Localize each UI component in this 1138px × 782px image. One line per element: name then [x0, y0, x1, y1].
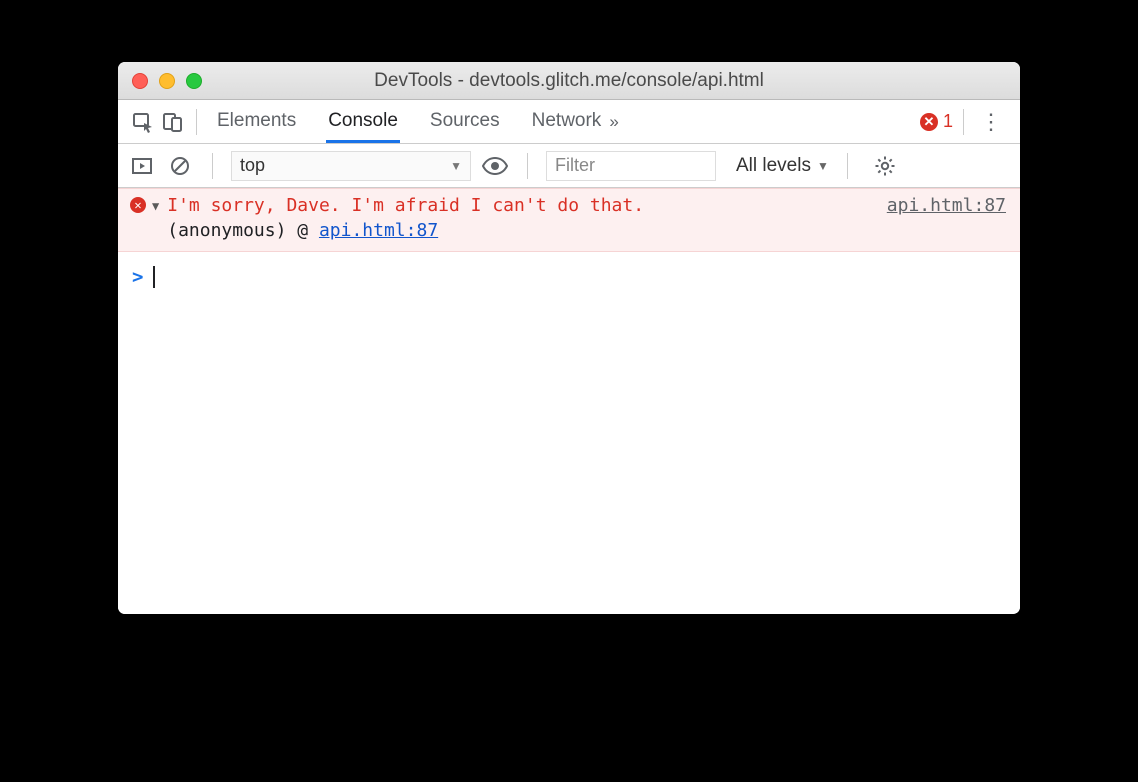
tab-sources[interactable]: Sources	[428, 100, 502, 143]
device-toolbar-icon[interactable]	[158, 100, 188, 143]
prompt-caret-icon: >	[132, 266, 143, 288]
more-options-button[interactable]: ⋮	[972, 109, 1010, 135]
tab-strip: Elements Console Sources Network	[215, 100, 603, 143]
error-message: I'm sorry, Dave. I'm afraid I can't do t…	[167, 195, 644, 216]
console-settings-icon[interactable]	[866, 155, 904, 177]
tab-elements[interactable]: Elements	[215, 100, 298, 143]
error-count: 1	[943, 111, 953, 132]
text-cursor	[153, 266, 155, 288]
disclosure-triangle-icon[interactable]: ▼	[152, 197, 159, 213]
error-icon: ✕	[920, 113, 938, 131]
devtools-window: DevTools - devtools.glitch.me/console/ap…	[118, 62, 1020, 614]
filter-input[interactable]	[546, 151, 716, 181]
stack-trace: (anonymous) @ api.html:87	[167, 220, 1006, 241]
window-titlebar: DevTools - devtools.glitch.me/console/ap…	[118, 62, 1020, 100]
console-toolbar: top ▼ All levels ▼	[118, 144, 1020, 188]
separator	[963, 109, 964, 135]
window-traffic-lights	[118, 73, 202, 89]
stack-frame-link[interactable]: api.html:87	[319, 220, 438, 241]
separator	[527, 153, 528, 179]
clear-console-icon[interactable]	[166, 156, 194, 176]
dropdown-icon: ▼	[817, 159, 829, 173]
devtools-tabbar: Elements Console Sources Network » ✕ 1 ⋮	[118, 100, 1020, 144]
source-link[interactable]: api.html:87	[869, 195, 1006, 216]
separator	[196, 109, 197, 135]
tab-console[interactable]: Console	[326, 100, 400, 143]
console-prompt[interactable]: >	[118, 252, 1020, 302]
separator	[847, 153, 848, 179]
dropdown-icon: ▼	[450, 159, 462, 173]
console-error-row[interactable]: ✕ ▼ I'm sorry, Dave. I'm afraid I can't …	[118, 188, 1020, 252]
stack-frame-label: (anonymous) @	[167, 220, 319, 241]
toggle-sidebar-icon[interactable]	[128, 156, 156, 176]
window-minimize-button[interactable]	[159, 73, 175, 89]
error-count-badge[interactable]: ✕ 1	[920, 111, 953, 132]
eye-icon[interactable]	[481, 157, 509, 175]
window-zoom-button[interactable]	[186, 73, 202, 89]
inspect-element-icon[interactable]	[128, 100, 158, 143]
context-value: top	[240, 155, 265, 176]
console-output: ✕ ▼ I'm sorry, Dave. I'm afraid I can't …	[118, 188, 1020, 614]
separator	[212, 153, 213, 179]
log-level-selector[interactable]: All levels ▼	[736, 155, 829, 177]
error-icon: ✕	[130, 197, 146, 213]
more-tabs-button[interactable]: »	[603, 112, 624, 132]
window-close-button[interactable]	[132, 73, 148, 89]
window-title: DevTools - devtools.glitch.me/console/ap…	[118, 70, 1020, 92]
context-selector[interactable]: top ▼	[231, 151, 471, 181]
log-level-label: All levels	[736, 155, 811, 177]
tab-network[interactable]: Network	[530, 100, 604, 143]
